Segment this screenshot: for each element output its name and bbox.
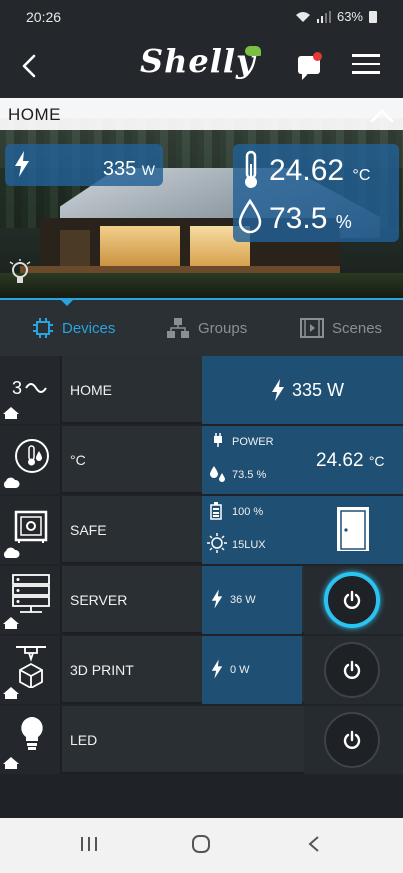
humidity-drop-icon <box>238 198 262 234</box>
thermometer-icon <box>245 150 257 188</box>
status-icons: 63% <box>295 9 377 24</box>
home-badge-icon <box>3 617 19 629</box>
device-power-panel[interactable]: 36 W <box>202 566 302 634</box>
hamburger-menu-icon[interactable] <box>352 54 380 76</box>
device-name: SAFE <box>70 522 107 538</box>
device-name: SERVER <box>70 592 128 608</box>
power-toggle-button[interactable] <box>324 712 380 768</box>
power-toggle-button[interactable] <box>324 642 380 698</box>
room-power-card: 335 W <box>5 144 163 186</box>
lux-value: 15LUX <box>232 539 266 551</box>
device-power-value: 36 W <box>230 594 256 606</box>
groups-icon <box>167 318 189 338</box>
device-power-panel[interactable]: 335 W <box>202 356 403 424</box>
device-name: LED <box>70 732 98 748</box>
lightning-icon <box>15 151 29 177</box>
plug-icon <box>214 433 222 447</box>
humidity-value: 73.5 % <box>232 469 267 481</box>
device-icon-cell <box>0 496 62 564</box>
active-tab-indicator <box>59 298 75 306</box>
system-nav-bar <box>0 818 403 873</box>
device-power-value: 335 W <box>292 380 345 400</box>
lightning-icon <box>272 379 284 401</box>
app-bar: Shelly <box>0 34 403 98</box>
shelly-logo: Shelly <box>140 42 256 80</box>
tab-devices[interactable]: Devices <box>32 314 115 342</box>
device-name: 3D PRINT <box>70 662 134 678</box>
battery-icon <box>369 10 377 23</box>
status-time: 20:26 <box>26 9 62 25</box>
device-sensor-panel[interactable]: 100 % 15LUX <box>202 496 403 564</box>
device-sensor-panel[interactable]: POWER 73.5 % 24.62 °C <box>202 426 403 494</box>
power-icon <box>343 730 361 749</box>
power-toggle-button[interactable] <box>324 572 380 628</box>
home-button-icon[interactable] <box>191 834 211 854</box>
device-power-panel[interactable]: 0 W <box>202 636 302 704</box>
server-icon <box>12 574 50 613</box>
notification-dot <box>313 52 322 61</box>
battery-percent: 63% <box>336 9 363 24</box>
switch-panel <box>304 706 403 774</box>
room-environment-card: 24.62 °C 73.5 % <box>233 144 399 242</box>
lightning-icon <box>211 589 223 609</box>
device-row-server[interactable]: SERVER 36 W <box>0 566 403 634</box>
device-name: °C <box>70 452 86 468</box>
tab-bar: Devices Groups Scenes <box>0 298 403 356</box>
lightning-icon <box>211 659 223 679</box>
tab-groups[interactable]: Groups <box>166 314 247 342</box>
power-icon <box>343 660 361 679</box>
device-icon-cell <box>0 426 62 494</box>
room-bulb-icon <box>9 259 31 283</box>
screen: 20:26 63% Shelly HOME 335 W 24.62 °C 73.… <box>0 0 403 873</box>
logo-leaf-icon <box>245 46 261 56</box>
scenes-film-icon <box>300 318 324 338</box>
three-phase-meter-icon: 3 <box>12 378 47 398</box>
3d-printer-icon <box>16 646 46 688</box>
home-badge-icon <box>3 757 19 769</box>
door-icon <box>337 507 369 551</box>
room-humidity: 73.5 % <box>269 202 352 235</box>
room-title-bar[interactable]: HOME <box>0 98 403 130</box>
home-badge-icon <box>3 407 19 419</box>
sun-lux-icon <box>207 533 227 553</box>
tab-scenes[interactable]: Scenes <box>300 314 382 342</box>
battery-icon <box>210 502 222 520</box>
room-power-value: 335 W <box>102 158 155 180</box>
battery-value: 100 % <box>232 506 264 518</box>
switch-panel <box>304 636 403 704</box>
cloud-badge-icon <box>3 477 20 488</box>
device-icon-cell <box>0 636 62 704</box>
device-row-led[interactable]: LED <box>0 706 403 774</box>
safe-icon <box>14 510 48 543</box>
device-name: HOME <box>70 382 112 398</box>
device-row-safe[interactable]: SAFE 100 % 15LUX <box>0 496 403 564</box>
chip-icon <box>33 318 53 338</box>
bulb-icon <box>21 717 43 750</box>
home-badge-icon <box>3 687 19 699</box>
device-row-temperature[interactable]: °C POWER 73.5 % 24.62 °C <box>0 426 403 494</box>
power-label: POWER <box>232 436 274 448</box>
device-row-home[interactable]: 3 HOME 335 W <box>0 356 403 424</box>
device-power-value: 0 W <box>230 664 250 676</box>
signal-icon <box>316 10 331 23</box>
back-arrow-icon[interactable] <box>12 48 48 84</box>
device-icon-cell: 3 <box>0 356 62 424</box>
chevron-up-icon[interactable] <box>369 106 395 124</box>
switch-panel <box>304 566 403 634</box>
recent-apps-icon[interactable] <box>80 834 98 854</box>
room-title: HOME <box>8 105 61 124</box>
room-temperature: 24.62 °C <box>269 154 371 187</box>
humidity-drops-icon <box>210 466 225 482</box>
status-bar: 20:26 63% <box>0 0 403 34</box>
device-icon-cell <box>0 566 62 634</box>
system-back-icon[interactable] <box>306 834 322 854</box>
device-row-3d-print[interactable]: 3D PRINT 0 W <box>0 636 403 704</box>
power-icon <box>343 590 361 609</box>
temperature-value: 24.62 °C <box>316 450 385 471</box>
wifi-icon <box>295 11 310 22</box>
thermometer-drop-icon <box>15 439 49 473</box>
cloud-badge-icon <box>3 547 20 558</box>
svg-text:3: 3 <box>12 378 22 398</box>
device-icon-cell <box>0 706 62 774</box>
